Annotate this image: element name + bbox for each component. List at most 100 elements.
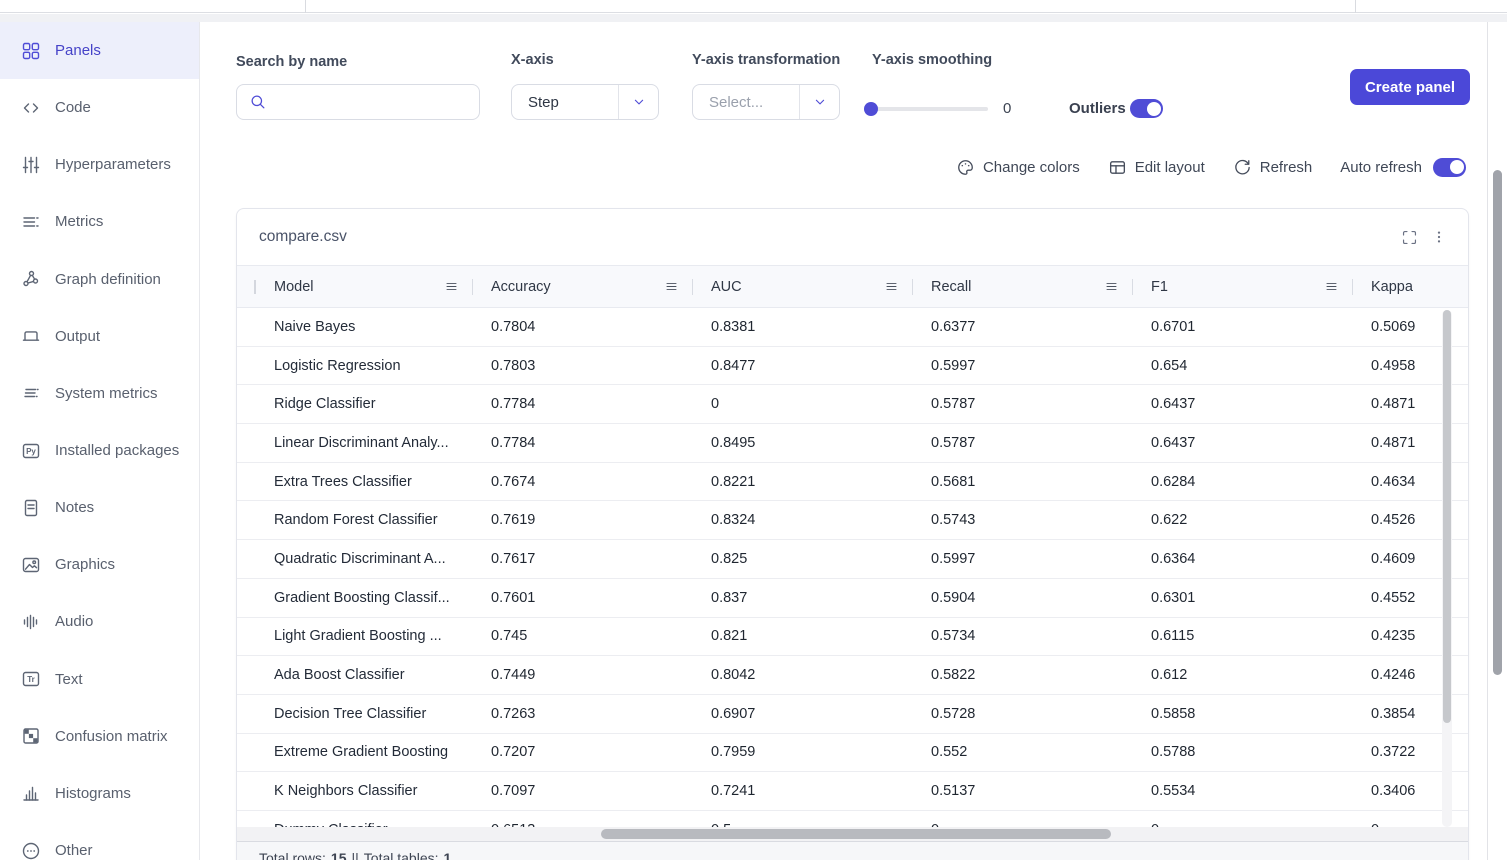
cell-f1: 0.6364 — [1133, 540, 1353, 578]
cell-model: Gradient Boosting Classif... — [237, 579, 473, 617]
table-row[interactable]: Gradient Boosting Classif...0.76010.8370… — [237, 579, 1469, 618]
sidebar-item-notes[interactable]: Notes — [0, 479, 199, 536]
table-vertical-scrollbar[interactable] — [1442, 310, 1452, 827]
x-axis-value: Step — [528, 94, 559, 111]
column-label: Accuracy — [473, 279, 551, 295]
search-field[interactable] — [236, 84, 480, 120]
table-row[interactable]: Decision Tree Classifier0.72630.69070.57… — [237, 695, 1469, 734]
sidebar-item-label: Code — [55, 99, 91, 116]
table-header: ModelAccuracy AUC RecallF1Kappa — [237, 265, 1469, 308]
create-panel-button[interactable]: Create panel — [1350, 69, 1470, 105]
cell-recall: 0 — [913, 811, 1133, 827]
sidebar-item-graph-definition[interactable]: Graph definition — [0, 251, 199, 308]
outliers-toggle[interactable] — [1130, 99, 1163, 118]
page-scrollbar[interactable] — [1487, 22, 1507, 860]
sidebar-item-audio[interactable]: Audio — [0, 593, 199, 650]
cell-accuracy: 0.7263 — [473, 695, 693, 733]
palette-icon — [956, 158, 975, 177]
page-scrollbar-thumb[interactable] — [1493, 170, 1502, 675]
table-row[interactable]: Ridge Classifier0.778400.57870.64370.487… — [237, 385, 1469, 424]
smoothing-slider[interactable] — [866, 107, 988, 111]
table-row[interactable]: Naive Bayes0.78040.83810.63770.67010.506… — [237, 308, 1469, 347]
column-menu-icon[interactable] — [665, 280, 678, 293]
change-colors-label: Change colors — [983, 159, 1080, 176]
sidebar-item-code[interactable]: Code — [0, 79, 199, 136]
total-tables-value: 1 — [444, 850, 452, 860]
x-axis-label: X-axis — [511, 52, 554, 68]
sidebar-item-label: Metrics — [55, 213, 103, 230]
table-row[interactable]: Dummy Classifier0.65130.5000 — [237, 811, 1469, 827]
sidebar-item-label: Other — [55, 842, 93, 859]
sidebar-item-system-metrics[interactable]: System metrics — [0, 365, 199, 422]
hscroll-thumb[interactable] — [601, 829, 1111, 839]
refresh-icon — [1233, 158, 1252, 177]
table-row[interactable]: Light Gradient Boosting ...0.7450.8210.5… — [237, 618, 1469, 657]
panel-header: compare.csv — [237, 209, 1468, 265]
column-menu-icon[interactable] — [445, 280, 458, 293]
panel-menu-button[interactable] — [1426, 224, 1452, 250]
cell-auc: 0 — [693, 385, 913, 423]
column-menu-icon[interactable] — [885, 280, 898, 293]
panel-title: compare.csv — [259, 228, 347, 246]
top-strip — [0, 14, 1507, 22]
sidebar-item-panels[interactable]: Panels — [0, 22, 199, 79]
table-row[interactable]: Logistic Regression0.78030.84770.59970.6… — [237, 347, 1469, 386]
cell-model: Quadratic Discriminant A... — [237, 540, 473, 578]
table-row[interactable]: K Neighbors Classifier0.70970.72410.5137… — [237, 772, 1469, 811]
table-row[interactable]: Linear Discriminant Analy...0.77840.8495… — [237, 424, 1469, 463]
vscroll-thumb[interactable] — [1443, 310, 1451, 723]
sidebar-item-graphics[interactable]: Graphics — [0, 536, 199, 593]
layout-icon — [1108, 158, 1127, 177]
column-header-model[interactable]: Model — [237, 266, 473, 307]
slider-thumb[interactable] — [864, 102, 878, 116]
sidebar-item-label: Text — [55, 671, 83, 688]
python-package-icon: Py — [21, 441, 41, 461]
table-horizontal-scrollbar[interactable] — [237, 827, 1468, 841]
cell-accuracy: 0.7207 — [473, 734, 693, 772]
table-row[interactable]: Random Forest Classifier0.76190.83240.57… — [237, 501, 1469, 540]
column-header-recall[interactable]: Recall — [913, 266, 1133, 307]
expand-button[interactable] — [1396, 224, 1422, 250]
sidebar-item-other[interactable]: Other — [0, 822, 199, 860]
auto-refresh-toggle[interactable] — [1433, 158, 1466, 177]
column-header-kappa[interactable]: Kappa — [1353, 266, 1469, 307]
edit-layout-button[interactable]: Edit layout — [1108, 158, 1205, 177]
column-header-f1[interactable]: F1 — [1133, 266, 1353, 307]
cell-recall: 0.5734 — [913, 618, 1133, 656]
sidebar-item-output[interactable]: Output — [0, 308, 199, 365]
column-menu-icon[interactable] — [1105, 280, 1118, 293]
cell-f1: 0 — [1133, 811, 1353, 827]
cell-auc: 0.8042 — [693, 656, 913, 694]
cell-f1: 0.612 — [1133, 656, 1353, 694]
cell-recall: 0.5743 — [913, 501, 1133, 539]
x-axis-select[interactable]: Step — [511, 84, 659, 120]
y-transform-select[interactable]: Select... — [692, 84, 840, 120]
table-row[interactable]: Extreme Gradient Boosting0.72070.79590.5… — [237, 734, 1469, 773]
sidebar-item-metrics[interactable]: Metrics — [0, 193, 199, 250]
table-row[interactable]: Quadratic Discriminant A...0.76170.8250.… — [237, 540, 1469, 579]
cell-model: Naive Bayes — [237, 308, 473, 346]
table-row[interactable]: Ada Boost Classifier0.74490.80420.58220.… — [237, 656, 1469, 695]
sidebar-item-label: System metrics — [55, 385, 158, 402]
grid-icon — [21, 41, 41, 61]
column-header-auc[interactable]: AUC — [693, 266, 913, 307]
cell-auc: 0.8324 — [693, 501, 913, 539]
sidebar-item-installed-packages[interactable]: PyInstalled packages — [0, 422, 199, 479]
column-header-accuracy[interactable]: Accuracy — [473, 266, 693, 307]
table-row[interactable]: Extra Trees Classifier0.76740.82210.5681… — [237, 463, 1469, 502]
refresh-button[interactable]: Refresh — [1233, 158, 1313, 177]
column-label: AUC — [693, 279, 742, 295]
sidebar-item-confusion-matrix[interactable]: Confusion matrix — [0, 708, 199, 765]
sidebar-item-hyperparameters[interactable]: Hyperparameters — [0, 136, 199, 193]
cell-model: Logistic Regression — [237, 347, 473, 385]
histogram-icon — [21, 783, 41, 803]
cell-f1: 0.6437 — [1133, 424, 1353, 462]
sidebar-item-text[interactable]: TrText — [0, 651, 199, 708]
compare-csv-panel: compare.csv ModelAccuracy AUC RecallF1Kapp… — [236, 208, 1469, 860]
search-input[interactable] — [267, 85, 479, 119]
cell-recall: 0.5728 — [913, 695, 1133, 733]
sidebar-item-histograms[interactable]: Histograms — [0, 765, 199, 822]
change-colors-button[interactable]: Change colors — [956, 158, 1080, 177]
column-menu-icon[interactable] — [1325, 280, 1338, 293]
refresh-label: Refresh — [1260, 159, 1313, 176]
